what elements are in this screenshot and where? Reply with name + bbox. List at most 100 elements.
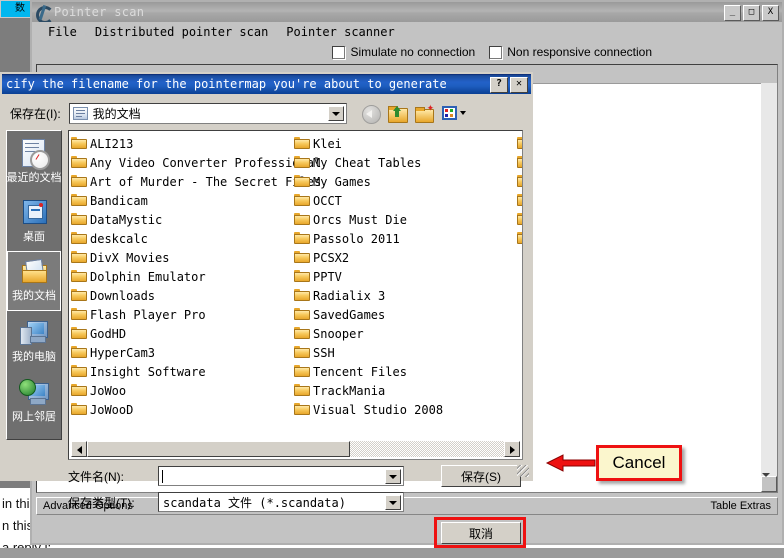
file-list-item[interactable]: PPTV	[294, 267, 517, 286]
file-list-item[interactable]: My Games	[294, 172, 517, 191]
file-list-item[interactable]: JoWoo	[71, 381, 294, 400]
save-button[interactable]: 保存(S)	[441, 465, 521, 487]
desktop-icon	[19, 199, 49, 227]
look-in-value: 我的文档	[93, 105, 141, 122]
look-in-combobox[interactable]: 我的文档	[69, 103, 347, 124]
file-list-item[interactable]: Radialix 3	[294, 286, 517, 305]
dialog-window-controls[interactable]: ? ✕	[490, 77, 528, 93]
scrollbar-track[interactable]	[87, 441, 504, 457]
file-list-item[interactable]: Any Video Converter Professional	[71, 153, 294, 172]
pointer-scan-titlebar[interactable]: Pointer scan _ □ X	[32, 2, 782, 22]
checkbox-label-non-responsive-connection: Non responsive connection	[507, 45, 652, 59]
pointer-scan-title: Pointer scan	[54, 5, 144, 19]
file-list-item[interactable]: SSH	[294, 343, 517, 362]
file-list-item[interactable]: JoWooD	[71, 400, 294, 419]
place-my-documents[interactable]: 我的文档	[7, 251, 61, 311]
place-my-computer[interactable]: 我的电脑	[7, 311, 61, 371]
file-list-column-1: ALI213Any Video Converter ProfessionalAr…	[71, 134, 294, 419]
file-list-item[interactable]: Art of Murder - The Secret Files	[71, 172, 294, 191]
dialog-titlebar[interactable]: cify the filename for the pointermap you…	[2, 74, 531, 94]
scrollbar-thumb[interactable]	[87, 441, 350, 457]
minimize-button[interactable]: _	[724, 5, 741, 21]
file-list-item[interactable]	[517, 229, 523, 248]
close-button[interactable]: X	[762, 5, 779, 21]
file-list-item[interactable]: Visual Studio 2008	[294, 400, 517, 419]
help-button[interactable]: ?	[490, 77, 508, 93]
checkbox-box-non-responsive-connection[interactable]	[489, 46, 502, 59]
folder-icon	[517, 194, 523, 207]
pointer-scan-window-controls[interactable]: _ □ X	[724, 5, 779, 21]
file-list-item[interactable]	[517, 210, 523, 229]
chevron-down-icon[interactable]	[328, 106, 344, 121]
maximize-button[interactable]: □	[743, 5, 760, 21]
resize-grip[interactable]	[517, 465, 529, 477]
background-bottom-strip	[0, 548, 784, 558]
folder-icon	[71, 365, 87, 378]
back-icon[interactable]	[361, 104, 381, 122]
file-list-item[interactable]: SavedGames	[294, 305, 517, 324]
place-network-places[interactable]: 网上邻居	[7, 371, 61, 431]
pointer-scan-options-row: Simulate no connection Non responsive co…	[32, 42, 782, 62]
place-desktop[interactable]: 桌面	[7, 191, 61, 251]
dialog-toolbar[interactable]: ✦	[361, 104, 466, 122]
places-bar[interactable]: 最近的文档 桌面 我的文档	[6, 130, 62, 440]
results-scroll-down-button[interactable]	[761, 476, 777, 492]
scroll-right-button[interactable]	[504, 441, 520, 457]
folder-icon	[294, 194, 310, 207]
file-list-item[interactable]: Flash Player Pro	[71, 305, 294, 324]
cancel-button[interactable]: 取消	[441, 522, 521, 544]
file-list-item[interactable]: Snooper	[294, 324, 517, 343]
file-list-item[interactable]: HyperCam3	[71, 343, 294, 362]
file-list-item-label: Klei	[313, 137, 342, 151]
place-label-my-computer: 我的电脑	[12, 348, 56, 364]
results-list-scrollbar[interactable]	[761, 83, 777, 492]
place-recent-documents[interactable]: 最近的文档	[7, 131, 61, 191]
file-list-item[interactable]: My Cheat Tables	[294, 153, 517, 172]
file-list-horizontal-scrollbar[interactable]	[71, 441, 520, 457]
file-list-item[interactable]	[517, 134, 523, 153]
checkbox-simulate-no-connection[interactable]: Simulate no connection	[332, 45, 475, 59]
file-name-input[interactable]	[158, 466, 404, 486]
file-list-item[interactable]: Klei	[294, 134, 517, 153]
checkbox-box-simulate-no-connection[interactable]	[332, 46, 345, 59]
folder-icon	[517, 175, 523, 188]
menu-item-file[interactable]: File	[48, 25, 77, 39]
file-list-item[interactable]: Insight Software	[71, 362, 294, 381]
place-label-my-documents: 我的文档	[12, 287, 56, 303]
file-list-item[interactable]: OCCT	[294, 191, 517, 210]
chevron-down-icon[interactable]	[385, 469, 401, 484]
menu-item-pointer-scanner[interactable]: Pointer scanner	[286, 25, 394, 39]
file-list-item[interactable]: TrackMania	[294, 381, 517, 400]
menu-item-distributed-pointer-scan[interactable]: Distributed pointer scan	[95, 25, 268, 39]
close-icon[interactable]: ✕	[510, 77, 528, 93]
file-list-column-3	[517, 134, 523, 419]
file-list-item[interactable]	[517, 191, 523, 210]
chevron-down-icon[interactable]	[385, 495, 401, 510]
file-list-item[interactable]: deskcalc	[71, 229, 294, 248]
views-icon[interactable]	[442, 105, 466, 121]
file-list-item[interactable]	[517, 172, 523, 191]
file-list-item[interactable]: Tencent Files	[294, 362, 517, 381]
status-table-extras[interactable]: Table Extras	[710, 500, 771, 512]
file-list-item[interactable]: DivX Movies	[71, 248, 294, 267]
up-one-level-icon[interactable]	[388, 105, 408, 122]
pointer-scan-menubar[interactable]: File Distributed pointer scan Pointer sc…	[32, 22, 782, 42]
folder-icon	[294, 365, 310, 378]
file-type-combobox[interactable]: scandata 文件 (*.scandata)	[158, 492, 404, 512]
network-places-icon	[18, 379, 50, 407]
scroll-left-button[interactable]	[71, 441, 87, 457]
file-list-item[interactable]: Dolphin Emulator	[71, 267, 294, 286]
file-list-item[interactable]: Bandicam	[71, 191, 294, 210]
file-list-item[interactable]: ALI213	[71, 134, 294, 153]
file-list-item[interactable]: GodHD	[71, 324, 294, 343]
new-folder-icon[interactable]: ✦	[415, 105, 435, 122]
file-list-item[interactable]: Passolo 2011	[294, 229, 517, 248]
checkbox-non-responsive-connection[interactable]: Non responsive connection	[489, 45, 652, 59]
file-list-item[interactable]: Orcs Must Die	[294, 210, 517, 229]
file-list-item[interactable]: DataMystic	[71, 210, 294, 229]
file-list-item[interactable]: Downloads	[71, 286, 294, 305]
recent-documents-icon	[19, 138, 49, 168]
file-list-item[interactable]	[517, 153, 523, 172]
file-list-item[interactable]: PCSX2	[294, 248, 517, 267]
file-list[interactable]: ALI213Any Video Converter ProfessionalAr…	[68, 130, 523, 460]
